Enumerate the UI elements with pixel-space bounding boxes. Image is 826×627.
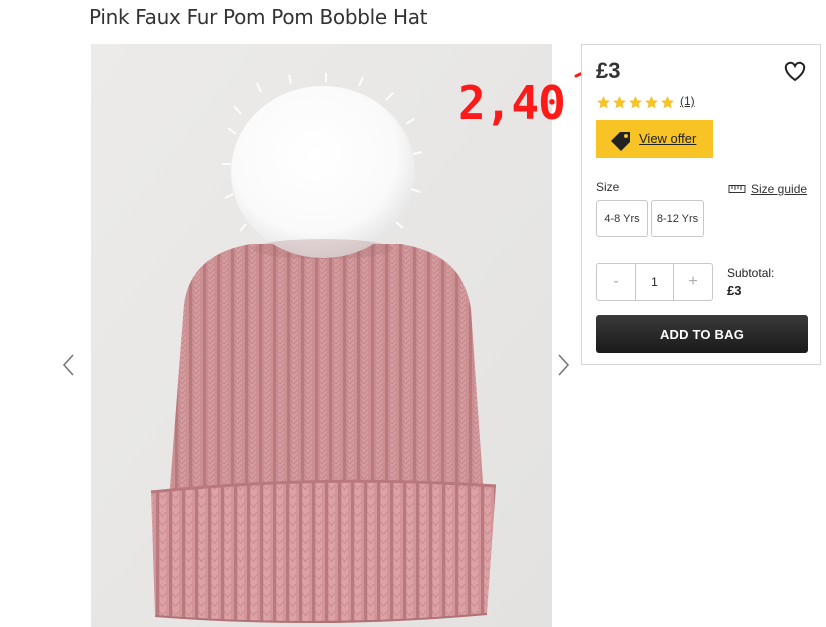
- subtotal-value: £3: [727, 283, 742, 298]
- product-price: £3: [596, 58, 621, 83]
- review-count-link[interactable]: (1): [680, 94, 695, 108]
- ruler-icon: [728, 185, 746, 193]
- view-offer-button[interactable]: View offer: [596, 120, 713, 158]
- size-option-4-8[interactable]: 4-8 Yrs: [596, 200, 648, 237]
- star-icon: [661, 96, 674, 109]
- star-icon: [645, 96, 658, 109]
- purchase-panel: £3 (1) View offer Size Size guide 4-8 Yr…: [581, 44, 821, 365]
- chevron-right-icon: [558, 354, 570, 376]
- view-offer-label: View offer: [639, 131, 697, 146]
- prev-image-button[interactable]: [60, 352, 78, 378]
- product-title: Pink Faux Fur Pom Pom Bobble Hat: [89, 5, 428, 29]
- star-icon: [597, 96, 610, 109]
- chevron-left-icon: [62, 354, 74, 376]
- handwritten-new-price: 2,40: [458, 76, 566, 130]
- quantity-input[interactable]: 1: [635, 264, 674, 300]
- size-guide-label: Size guide: [751, 182, 808, 196]
- rating-stars: [596, 95, 675, 110]
- size-option-8-12[interactable]: 8-12 Yrs: [651, 200, 704, 237]
- size-guide-link[interactable]: Size guide: [728, 182, 807, 196]
- heart-icon: [784, 61, 806, 82]
- wishlist-button[interactable]: [782, 59, 808, 83]
- quantity-stepper: - 1 +: [596, 263, 713, 301]
- next-image-button[interactable]: [554, 352, 572, 378]
- add-to-bag-button[interactable]: ADD TO BAG: [596, 315, 808, 353]
- hat-image: [91, 44, 552, 627]
- quantity-decrease-button[interactable]: -: [597, 264, 635, 300]
- star-icon: [629, 96, 642, 109]
- subtotal-label: Subtotal:: [727, 266, 775, 280]
- price-tag-icon: [611, 132, 630, 151]
- product-image[interactable]: [91, 44, 552, 627]
- star-icon: [613, 96, 626, 109]
- quantity-increase-button[interactable]: +: [674, 264, 712, 300]
- size-label: Size: [596, 180, 620, 194]
